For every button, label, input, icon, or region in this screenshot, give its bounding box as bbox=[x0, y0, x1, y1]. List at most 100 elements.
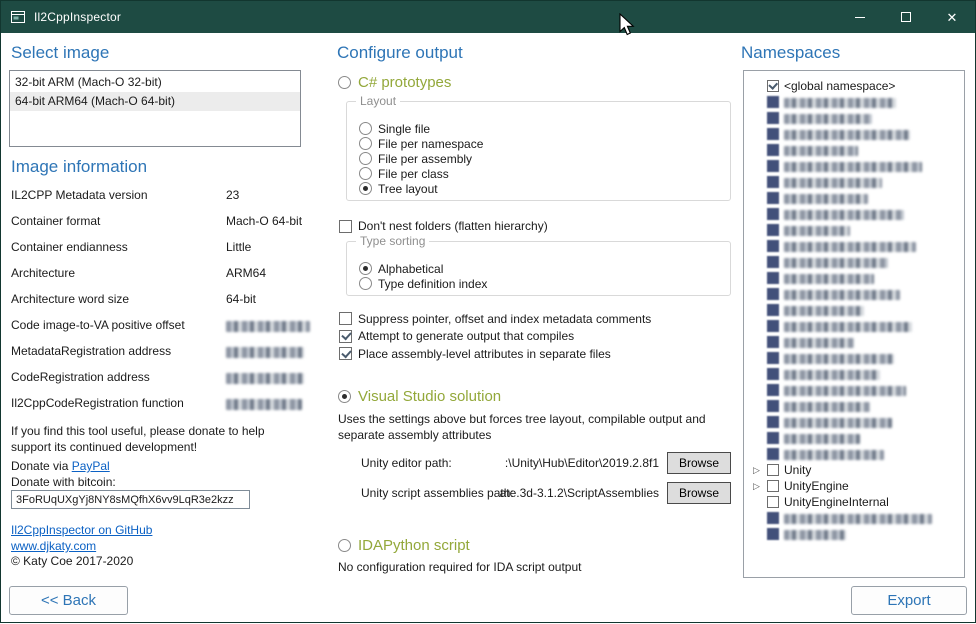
namespace-item[interactable] bbox=[751, 414, 964, 430]
csharp-prototypes-label: C# prototypes bbox=[358, 74, 451, 91]
radio-label: File per assembly bbox=[378, 152, 472, 166]
info-label: Il2CppCodeRegistration function bbox=[11, 396, 184, 410]
radio-option[interactable]: File per class bbox=[359, 166, 722, 181]
csharp-prototypes-radio[interactable]: C# prototypes bbox=[338, 74, 451, 91]
radio-label: Single file bbox=[378, 122, 430, 136]
donate-via-prefix: Donate via bbox=[11, 459, 72, 473]
namespace-label bbox=[784, 142, 858, 158]
namespace-item[interactable] bbox=[751, 350, 964, 366]
image-list-item[interactable]: 64-bit ARM64 (Mach-O 64-bit) bbox=[10, 92, 300, 111]
namespace-item[interactable] bbox=[751, 334, 964, 350]
close-button[interactable]: ✕ bbox=[929, 1, 975, 33]
image-listbox[interactable]: 32-bit ARM (Mach-O 32-bit)64-bit ARM64 (… bbox=[9, 70, 301, 147]
namespace-item[interactable] bbox=[751, 270, 964, 286]
namespace-item[interactable] bbox=[751, 206, 964, 222]
radio-option[interactable]: File per assembly bbox=[359, 151, 722, 166]
image-list-item[interactable]: 32-bit ARM (Mach-O 32-bit) bbox=[10, 73, 300, 92]
info-label: MetadataRegistration address bbox=[11, 344, 171, 358]
namespace-item[interactable] bbox=[751, 382, 964, 398]
vs-solution-radio[interactable]: Visual Studio solution bbox=[338, 388, 501, 405]
namespace-item[interactable] bbox=[751, 222, 964, 238]
flatten-checkbox[interactable]: Don't nest folders (flatten hierarchy) bbox=[339, 218, 548, 234]
namespace-item[interactable] bbox=[751, 238, 964, 254]
bitcoin-address-input[interactable] bbox=[11, 490, 250, 509]
radio-option[interactable]: File per namespace bbox=[359, 136, 722, 151]
flatten-checkbox-icon bbox=[339, 220, 352, 233]
radio-icon bbox=[359, 122, 372, 135]
namespace-item[interactable] bbox=[751, 526, 964, 542]
namespaces-list[interactable]: <global namespace> ▷Unity▷UnityEngineUnit… bbox=[743, 70, 965, 578]
namespace-item[interactable] bbox=[751, 158, 964, 174]
info-value: ARM64 bbox=[226, 266, 266, 280]
namespace-label bbox=[784, 382, 906, 398]
checkbox-option[interactable]: Attempt to generate output that compiles bbox=[339, 328, 651, 346]
info-value: 23 bbox=[226, 188, 239, 202]
namespace-item[interactable] bbox=[751, 366, 964, 382]
unity-editor-path-value[interactable]: :\Unity\Hub\Editor\2019.2.8f1 bbox=[471, 456, 659, 470]
expander-icon: ▷ bbox=[751, 462, 762, 478]
radio-option[interactable]: Tree layout bbox=[359, 181, 722, 196]
maximize-button[interactable] bbox=[883, 1, 929, 33]
ida-python-radio[interactable]: IDAPython script bbox=[338, 537, 470, 554]
namespace-item[interactable]: <global namespace> bbox=[751, 78, 964, 94]
export-button[interactable]: Export bbox=[851, 586, 967, 615]
unity-script-assemblies-browse-button[interactable]: Browse bbox=[667, 482, 731, 504]
namespace-item[interactable] bbox=[751, 110, 964, 126]
github-link[interactable]: Il2CppInspector on GitHub bbox=[11, 523, 152, 537]
image-information-heading: Image information bbox=[11, 157, 147, 177]
namespace-item[interactable] bbox=[751, 318, 964, 334]
namespace-item[interactable] bbox=[751, 302, 964, 318]
namespace-label bbox=[784, 302, 864, 318]
namespace-item[interactable] bbox=[751, 286, 964, 302]
namespace-item[interactable] bbox=[751, 174, 964, 190]
configure-output-heading: Configure output bbox=[337, 43, 463, 63]
namespace-label bbox=[784, 174, 882, 190]
maximize-icon bbox=[901, 12, 911, 22]
radio-label: Alphabetical bbox=[378, 262, 443, 276]
radio-option[interactable]: Single file bbox=[359, 121, 722, 136]
title-bar: Il2CppInspector ✕ bbox=[1, 1, 975, 33]
namespace-item[interactable] bbox=[751, 254, 964, 270]
checkbox-icon bbox=[767, 400, 779, 412]
checkbox-option[interactable]: Place assembly-level attributes in separ… bbox=[339, 345, 651, 363]
checkbox-icon bbox=[767, 336, 779, 348]
unity-editor-path-row: Unity editor path: :\Unity\Hub\Editor\20… bbox=[361, 452, 731, 474]
website-link[interactable]: www.djkaty.com bbox=[11, 539, 96, 553]
radio-icon bbox=[359, 262, 372, 275]
radio-icon bbox=[359, 277, 372, 290]
radio-option[interactable]: Type definition index bbox=[359, 276, 722, 291]
paypal-link[interactable]: PayPal bbox=[72, 459, 110, 473]
namespace-item[interactable] bbox=[751, 398, 964, 414]
namespace-item[interactable]: ▷Unity bbox=[751, 462, 964, 478]
namespaces-heading: Namespaces bbox=[741, 43, 840, 63]
namespace-item[interactable] bbox=[751, 430, 964, 446]
namespace-label bbox=[784, 286, 900, 302]
namespace-label bbox=[784, 110, 872, 126]
back-button[interactable]: << Back bbox=[9, 586, 128, 615]
namespace-label bbox=[784, 126, 910, 142]
radio-option[interactable]: Alphabetical bbox=[359, 261, 722, 276]
namespace-item[interactable] bbox=[751, 510, 964, 526]
namespace-item[interactable] bbox=[751, 446, 964, 462]
ida-python-radio-icon bbox=[338, 539, 351, 552]
info-row: Code image-to-VA positive offset bbox=[11, 318, 317, 344]
namespace-item[interactable] bbox=[751, 190, 964, 206]
namespace-item[interactable] bbox=[751, 142, 964, 158]
namespace-label bbox=[784, 414, 892, 430]
checkbox-label: Attempt to generate output that compiles bbox=[358, 329, 574, 343]
unity-script-assemblies-path-value[interactable]: ate.3d-3.1.2\ScriptAssemblies bbox=[471, 486, 659, 500]
namespace-item[interactable] bbox=[751, 94, 964, 110]
radio-icon bbox=[359, 167, 372, 180]
namespace-item[interactable] bbox=[751, 126, 964, 142]
namespace-item[interactable]: ▷UnityEngine bbox=[751, 478, 964, 494]
namespace-label bbox=[784, 158, 922, 174]
unity-editor-browse-button[interactable]: Browse bbox=[667, 452, 731, 474]
checkbox-icon bbox=[767, 272, 779, 284]
radio-icon bbox=[359, 152, 372, 165]
unity-editor-path-label: Unity editor path: bbox=[361, 456, 452, 470]
checkbox-option[interactable]: Suppress pointer, offset and index metad… bbox=[339, 310, 651, 328]
minimize-button[interactable] bbox=[837, 1, 883, 33]
info-label: Container format bbox=[11, 214, 100, 228]
info-row: Architecture word size64-bit bbox=[11, 292, 317, 318]
namespace-item[interactable]: UnityEngineInternal bbox=[751, 494, 964, 510]
